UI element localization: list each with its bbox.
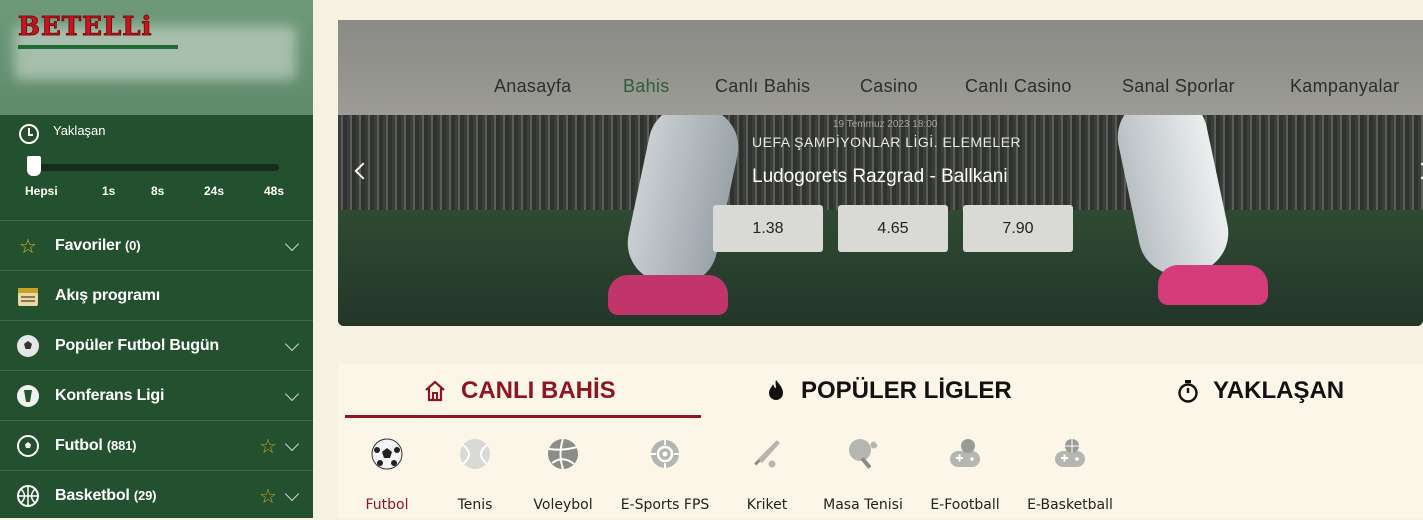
table-tennis-icon (849, 439, 878, 469)
match-date: 19 Temmuz 2023 18:00 (833, 119, 938, 130)
home-icon (425, 380, 445, 402)
sidebar-item-akis-programi[interactable]: Akış programı (0, 270, 313, 320)
sport-esports-fps[interactable]: E-Sports FPS (620, 437, 710, 513)
nav-anasayfa[interactable]: Anasayfa (494, 76, 571, 97)
soccer-ball-icon (371, 438, 403, 470)
brand-logo-underline (18, 45, 178, 49)
star-icon: ☆ (19, 235, 37, 258)
sidebar-item-futbol[interactable]: Futbol (881) ☆ (0, 420, 313, 470)
soccer-ball-icon (15, 433, 41, 459)
nav-canli-casino[interactable]: Canlı Casino (965, 76, 1072, 97)
gamepad-basketball-icon (1055, 439, 1085, 467)
chevron-down-icon[interactable] (284, 486, 300, 502)
sidebar-item-konferans-ligi[interactable]: Konferans Ligi (0, 370, 313, 420)
sidebar-item-label: Akış programı (55, 286, 160, 304)
sport-label: Voleybol (533, 497, 593, 513)
volleyball-icon (548, 438, 578, 470)
nav-casino[interactable]: Casino (860, 76, 918, 97)
sidebar-item-count: (881) (106, 437, 137, 453)
sport-label: E-Sports FPS (620, 497, 710, 513)
sport-masa-tenisi[interactable]: Masa Tenisi (818, 437, 908, 513)
slider-tick-hepsi[interactable]: Hepsi (25, 184, 58, 198)
brand-logo-text: BETELLi (17, 12, 153, 43)
slider-tick-8s[interactable]: 8s (151, 184, 164, 198)
nav-kampanyalar[interactable]: Kampanyalar (1290, 76, 1399, 97)
stopwatch-icon (1178, 380, 1198, 403)
sport-kriket[interactable]: Kriket (722, 437, 812, 513)
time-slider-track[interactable] (27, 164, 279, 171)
nav-canli-bahis[interactable]: Canlı Bahis (715, 76, 810, 97)
tab-yaklasan[interactable]: YAKLAŞAN (1177, 374, 1344, 408)
crosshair-icon (650, 439, 680, 469)
sidebar-item-label: Popüler Futbol Bugün (55, 336, 219, 354)
sport-futbol[interactable]: Futbol (342, 437, 432, 513)
conference-league-icon (15, 383, 41, 409)
sport-tenis[interactable]: Tenis (430, 437, 520, 513)
sidebar-item-populer-futbol[interactable]: Popüler Futbol Bugün (0, 320, 313, 370)
basketball-icon (15, 483, 41, 509)
clock-icon (19, 124, 39, 144)
calendar-icon (15, 283, 41, 309)
upcoming-title: Yaklaşan (53, 123, 106, 138)
fire-icon (769, 380, 783, 400)
favorite-star-icon[interactable]: ☆ (259, 434, 277, 459)
time-slider-handle[interactable] (27, 156, 41, 176)
sidebar-item-label: Futbol (55, 436, 103, 454)
sidebar-item-favoriler[interactable]: ☆ Favoriler (0) (0, 220, 313, 270)
slider-tick-48s[interactable]: 48s (264, 184, 284, 198)
banner-match: Ludogorets Razgrad - Ballkani (752, 166, 1008, 187)
slider-tick-1s[interactable]: 1s (102, 184, 115, 198)
sidebar-item-label: Konferans Ligi (55, 386, 165, 404)
sport-label: E-Football (930, 497, 1000, 513)
player-boot-image (608, 275, 728, 315)
sidebar-item-label: Favoriler (55, 236, 121, 254)
soccer-ball-icon (15, 333, 41, 359)
sidebar-item-count: (0) (125, 237, 141, 253)
favorite-star-icon[interactable]: ☆ (259, 484, 277, 509)
tab-label: CANLI BAHİS (461, 377, 616, 404)
nav-sanal-sporlar[interactable]: Sanal Sporlar (1122, 76, 1235, 97)
tab-canli-bahis[interactable]: CANLI BAHİS (423, 374, 616, 408)
sidebar-menu: ☆ Favoriler (0) Akış programı Popüler Fu… (0, 220, 313, 520)
nav-bahis[interactable]: Bahis (623, 76, 670, 97)
brand-logo[interactable]: BETELLi (17, 12, 180, 50)
sport-e-football[interactable]: E-Football (920, 437, 1010, 513)
chevron-down-icon[interactable] (284, 436, 300, 452)
top-nav: 19 Temmuz 2023 18:00 (338, 20, 1423, 130)
banner-league: UEFA ŞAMPİYONLAR LİGİ. ELEMELER (752, 134, 1022, 150)
sport-label: Tenis (457, 497, 493, 513)
tab-label: POPÜLER LİGLER (801, 377, 1012, 404)
odd-button-draw[interactable]: 4.65 (838, 205, 948, 252)
sport-label: E-Basketball (1027, 497, 1113, 513)
tab-populer-ligler[interactable]: POPÜLER LİGLER (765, 374, 1012, 408)
active-tab-underline (345, 415, 701, 418)
slider-tick-24s[interactable]: 24s (204, 184, 224, 198)
chevron-down-icon[interactable] (284, 386, 300, 402)
tab-label: YAKLAŞAN (1213, 377, 1345, 404)
sport-voleybol[interactable]: Voleybol (518, 437, 608, 513)
gamepad-football-icon (950, 439, 980, 467)
chevron-down-icon[interactable] (284, 336, 300, 352)
logo-area: BETELLi (0, 0, 313, 115)
sport-label: Masa Tenisi (823, 497, 903, 513)
sport-label: Futbol (365, 497, 409, 513)
odd-button-away[interactable]: 7.90 (963, 205, 1073, 252)
player-boot-image (1158, 265, 1268, 305)
sidebar-item-basketbol[interactable]: Basketbol (29) ☆ (0, 470, 313, 520)
tennis-ball-icon (460, 439, 490, 469)
sport-label: Kriket (746, 497, 788, 513)
chevron-down-icon[interactable] (284, 236, 300, 252)
sidebar-item-count: (29) (133, 487, 157, 503)
sidebar-item-label: Basketbol (55, 486, 130, 504)
cricket-bat-icon (754, 440, 780, 468)
sport-e-basketball[interactable]: E-Basketball (1025, 437, 1115, 513)
odd-button-home[interactable]: 1.38 (713, 205, 823, 252)
